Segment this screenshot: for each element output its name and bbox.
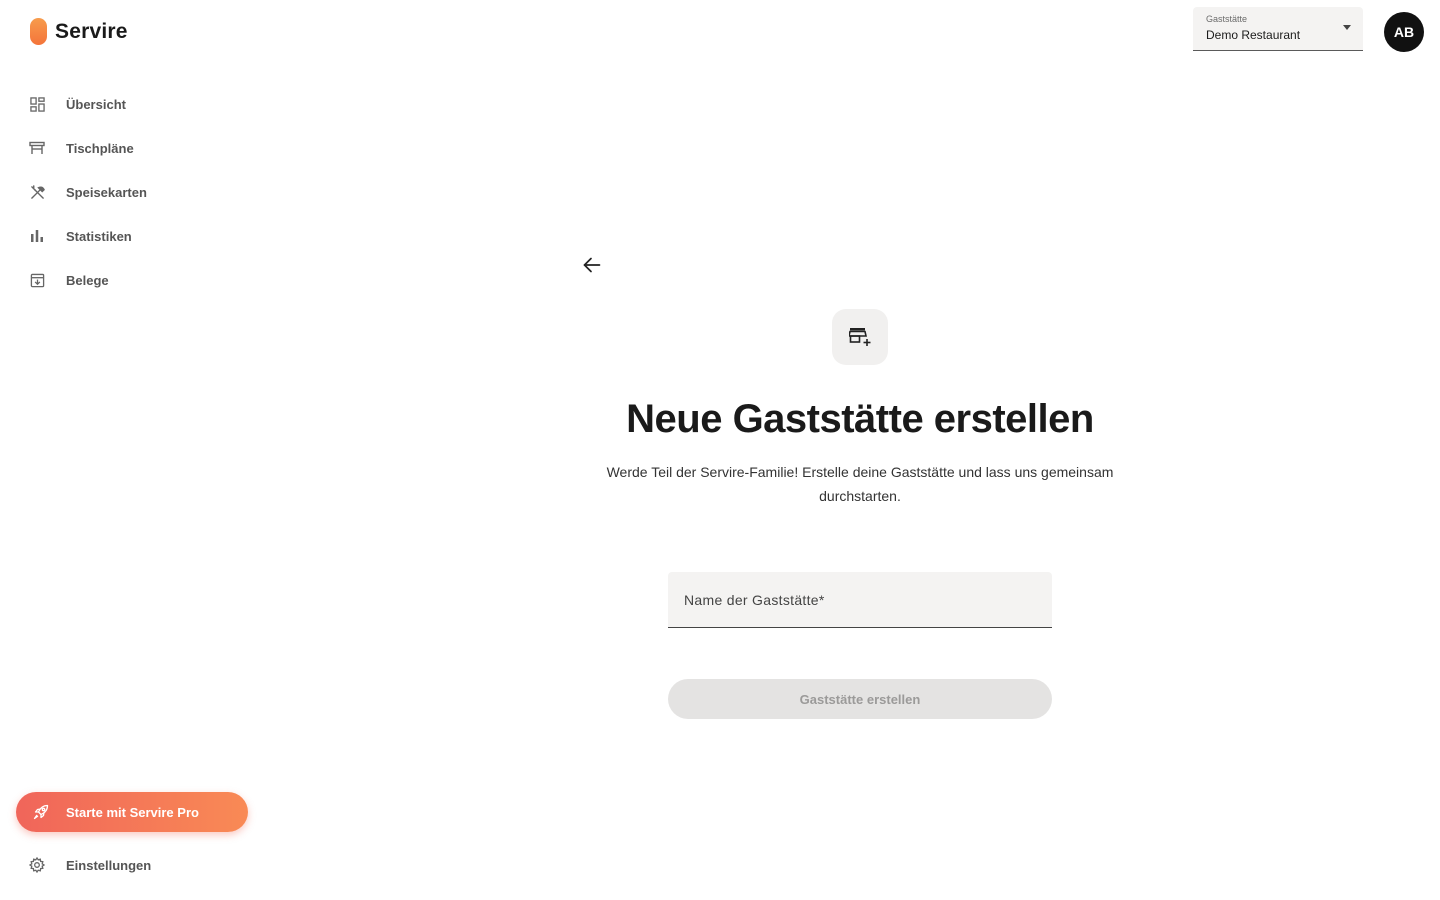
servire-pro-label: Starte mit Servire Pro <box>66 804 199 820</box>
add-store-icon-tile <box>832 309 888 365</box>
logo-mark <box>30 18 47 45</box>
sidebar-item-speisekarten[interactable]: Speisekarten <box>0 170 250 214</box>
sidebar-item-label: Belege <box>66 272 109 288</box>
avatar[interactable]: AB <box>1384 12 1424 52</box>
add-store-icon <box>849 328 871 346</box>
sidebar-item-label: Speisekarten <box>66 184 147 200</box>
chevron-down-icon <box>1343 25 1351 30</box>
restaurant-select-label: Gaststätte <box>1206 14 1248 24</box>
logo[interactable]: Servire <box>30 18 128 45</box>
back-button[interactable] <box>580 253 604 277</box>
servire-pro-button[interactable]: Starte mit Servire Pro <box>16 792 248 832</box>
arrow-left-icon <box>583 257 601 273</box>
restaurant-name-field <box>668 572 1052 628</box>
restaurant-name-input[interactable] <box>668 572 1052 627</box>
bar-chart-icon <box>29 228 45 244</box>
receipt-archive-icon <box>29 272 45 288</box>
sidebar-item-label: Tischpläne <box>66 140 134 156</box>
page-subtitle: Werde Teil der Servire-Familie! Erstelle… <box>606 464 1114 504</box>
restaurant-select-value: Demo Restaurant <box>1206 28 1301 42</box>
logo-text: Servire <box>55 19 128 43</box>
sidebar-item-label: Einstellungen <box>66 857 152 873</box>
gear-icon <box>28 856 46 874</box>
sidebar-item-uebersicht[interactable]: Übersicht <box>0 82 250 126</box>
page-title: Neue Gaststätte erstellen <box>626 397 1094 441</box>
sidebar-item-label: Übersicht <box>66 96 126 112</box>
rocket-icon <box>33 804 49 820</box>
dashboard-icon <box>29 96 45 112</box>
restaurant-select[interactable]: Gaststätte Demo Restaurant <box>1193 7 1363 51</box>
table-icon <box>29 140 45 156</box>
cutlery-icon <box>29 184 45 200</box>
sidebar-item-tischplaene[interactable]: Tischpläne <box>0 126 250 170</box>
sidebar-item-label: Statistiken <box>66 228 132 244</box>
create-restaurant-button[interactable]: Gaststätte erstellen <box>668 679 1052 719</box>
sidebar-item-einstellungen[interactable]: Einstellungen <box>0 843 250 887</box>
sidebar-item-belege[interactable]: Belege <box>0 258 250 302</box>
sidebar-nav: Übersicht Tischpläne Speisekarten Statis… <box>0 82 250 302</box>
sidebar-item-statistiken[interactable]: Statistiken <box>0 214 250 258</box>
app-root: Servire Übersicht Tischpläne Speisekarte… <box>0 0 1440 900</box>
